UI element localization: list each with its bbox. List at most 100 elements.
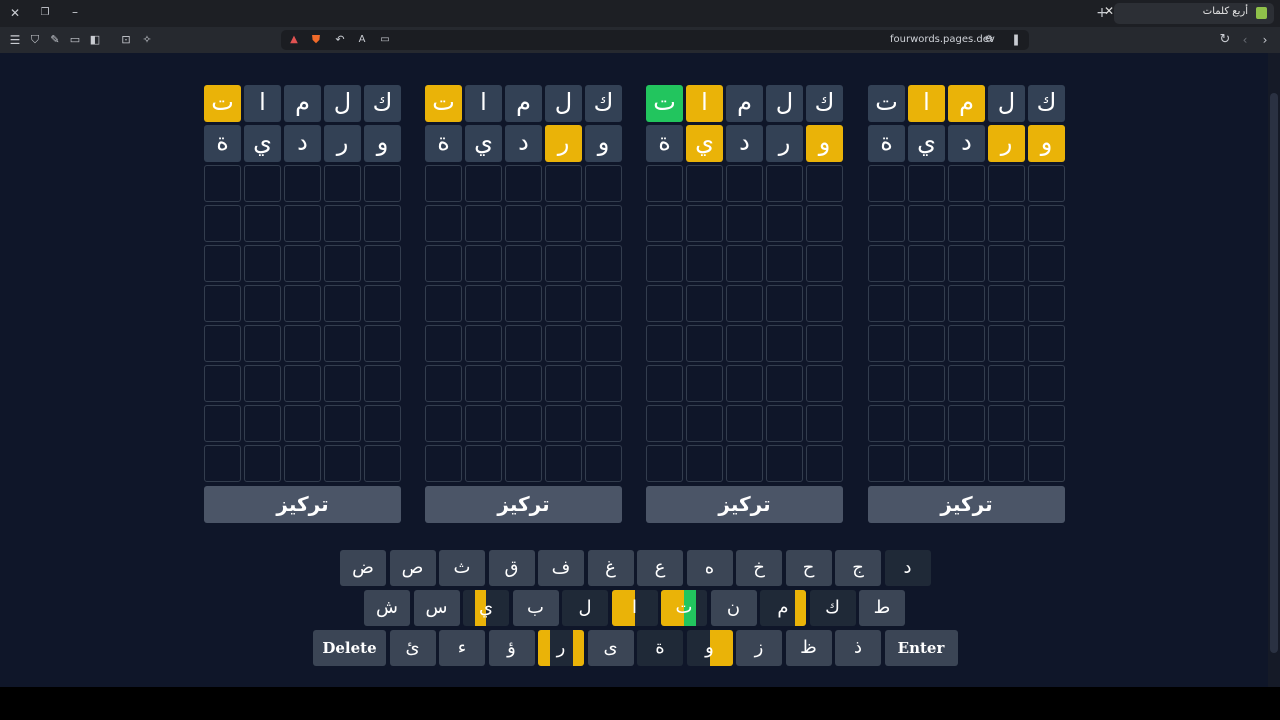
letter-key[interactable]: ك [809, 590, 856, 626]
letter-key[interactable]: ش [364, 590, 410, 626]
extensions-icon[interactable]: ✧ [138, 32, 156, 48]
tabs-icon[interactable]: ▭ [66, 32, 84, 48]
letter-key[interactable]: ل [562, 590, 608, 626]
reload-icon[interactable]: ↻ [1216, 32, 1234, 48]
pin-icon[interactable]: ✎ [46, 32, 64, 48]
shield-icon[interactable]: ⛉ [26, 32, 44, 48]
tile-letter: م [948, 85, 985, 122]
menu-icon[interactable]: ☰ [6, 32, 24, 48]
delete-key[interactable]: Delete [313, 630, 386, 666]
tile-empty [686, 365, 723, 402]
letter-key[interactable]: ي [463, 590, 509, 626]
tile-empty [425, 245, 462, 282]
letter-key[interactable]: خ [736, 550, 782, 586]
letter-key[interactable]: ج [835, 550, 881, 586]
tile-empty [324, 285, 361, 322]
tile-empty [908, 325, 945, 362]
tile-empty [204, 205, 241, 242]
tile-letter: ي [908, 125, 945, 162]
enter-key[interactable]: Enter [884, 630, 958, 666]
letter-key[interactable]: ت [661, 590, 707, 626]
tile-letter: ك [585, 85, 622, 122]
tile-empty [545, 405, 582, 442]
key-label: ل [578, 597, 592, 618]
key-label: ة [655, 637, 665, 658]
tile-empty [425, 285, 462, 322]
tile-empty [1028, 325, 1065, 362]
letter-key[interactable]: ع [637, 550, 683, 586]
letter-key[interactable]: ة [637, 630, 683, 666]
letter-key[interactable]: ئ [389, 630, 436, 666]
tile-empty [646, 205, 683, 242]
letter-key[interactable]: ا [611, 590, 658, 626]
letter-key[interactable]: ف [538, 550, 584, 586]
tile-empty [284, 285, 321, 322]
forward-icon[interactable]: › [1256, 32, 1274, 48]
minimize-window-icon[interactable]: – [66, 4, 84, 20]
tile-empty [545, 245, 582, 282]
tile-empty [686, 445, 723, 482]
scroll-thumb[interactable] [1270, 93, 1278, 653]
tab-close-icon[interactable]: ✕ [1104, 4, 1114, 18]
close-window-icon[interactable]: ✕ [6, 5, 24, 21]
key-label: و [705, 637, 714, 658]
brave-shield-icon[interactable]: ⛊ [307, 32, 325, 48]
key-quadrant-present [794, 590, 806, 626]
tile-empty [686, 285, 723, 322]
letter-key[interactable]: ر [538, 630, 584, 666]
address-bar[interactable]: ▲ ⛊ ↶ A ▭ fourwords.pages.dev ⚙ ❚ [281, 30, 1029, 50]
letter-key[interactable]: س [413, 590, 460, 626]
translate-icon[interactable]: A [353, 32, 371, 48]
letter-key[interactable]: د [884, 550, 931, 586]
tile-letter: ك [364, 85, 401, 122]
tile-letter: د [284, 125, 321, 162]
tile-empty [545, 445, 582, 482]
letter-key[interactable]: ن [710, 590, 757, 626]
site-favicon-icon [1256, 7, 1267, 19]
letter-key[interactable]: ظ [785, 630, 832, 666]
screenshot-icon[interactable]: ⊡ [117, 32, 135, 48]
key-label: خ [753, 557, 765, 578]
letter-key[interactable]: و [686, 630, 733, 666]
letter-key[interactable]: ب [512, 590, 559, 626]
letter-key[interactable]: ط [859, 590, 905, 626]
focus-button[interactable]: تركيز [646, 486, 843, 523]
letter-key[interactable]: ث [439, 550, 485, 586]
sidebar-icon[interactable]: ◧ [86, 32, 104, 48]
bookmark-icon[interactable]: ❚ [1007, 32, 1025, 48]
tile-empty [364, 285, 401, 322]
letter-key[interactable]: ص [389, 550, 436, 586]
back-icon[interactable]: ‹ [1236, 32, 1254, 48]
letter-key[interactable]: ى [587, 630, 634, 666]
letter-key[interactable]: ض [340, 550, 386, 586]
letter-key[interactable]: ه [686, 550, 733, 586]
restore-window-icon[interactable]: ❐ [36, 5, 54, 21]
tile-empty [465, 205, 502, 242]
cast-icon[interactable]: ▭ [376, 32, 394, 48]
focus-button[interactable]: تركيز [868, 486, 1065, 523]
tile-letter: م [505, 85, 542, 122]
letter-key[interactable]: غ [587, 550, 634, 586]
tile-empty [948, 285, 985, 322]
undo-icon[interactable]: ↶ [331, 32, 349, 48]
tile-empty [465, 165, 502, 202]
site-settings-icon[interactable]: ⚙ [980, 32, 998, 48]
letter-key[interactable]: ء [439, 630, 485, 666]
tile-empty [806, 445, 843, 482]
letter-key[interactable]: ؤ [488, 630, 535, 666]
letter-key[interactable]: ق [488, 550, 535, 586]
letter-key[interactable]: م [760, 590, 806, 626]
tile-empty [465, 365, 502, 402]
active-tab[interactable]: ✕ أربع كلمات [1104, 3, 1274, 24]
tile-letter: ل [766, 85, 803, 122]
focus-button[interactable]: تركيز [425, 486, 622, 523]
letter-key[interactable]: ذ [835, 630, 881, 666]
page-scrollbar[interactable] [1268, 53, 1280, 687]
tile-empty [948, 165, 985, 202]
letter-key[interactable]: ح [785, 550, 832, 586]
tile-empty [948, 405, 985, 442]
focus-button[interactable]: تركيز [204, 486, 401, 523]
tile-empty [284, 365, 321, 402]
tile-empty [726, 365, 763, 402]
letter-key[interactable]: ز [736, 630, 782, 666]
